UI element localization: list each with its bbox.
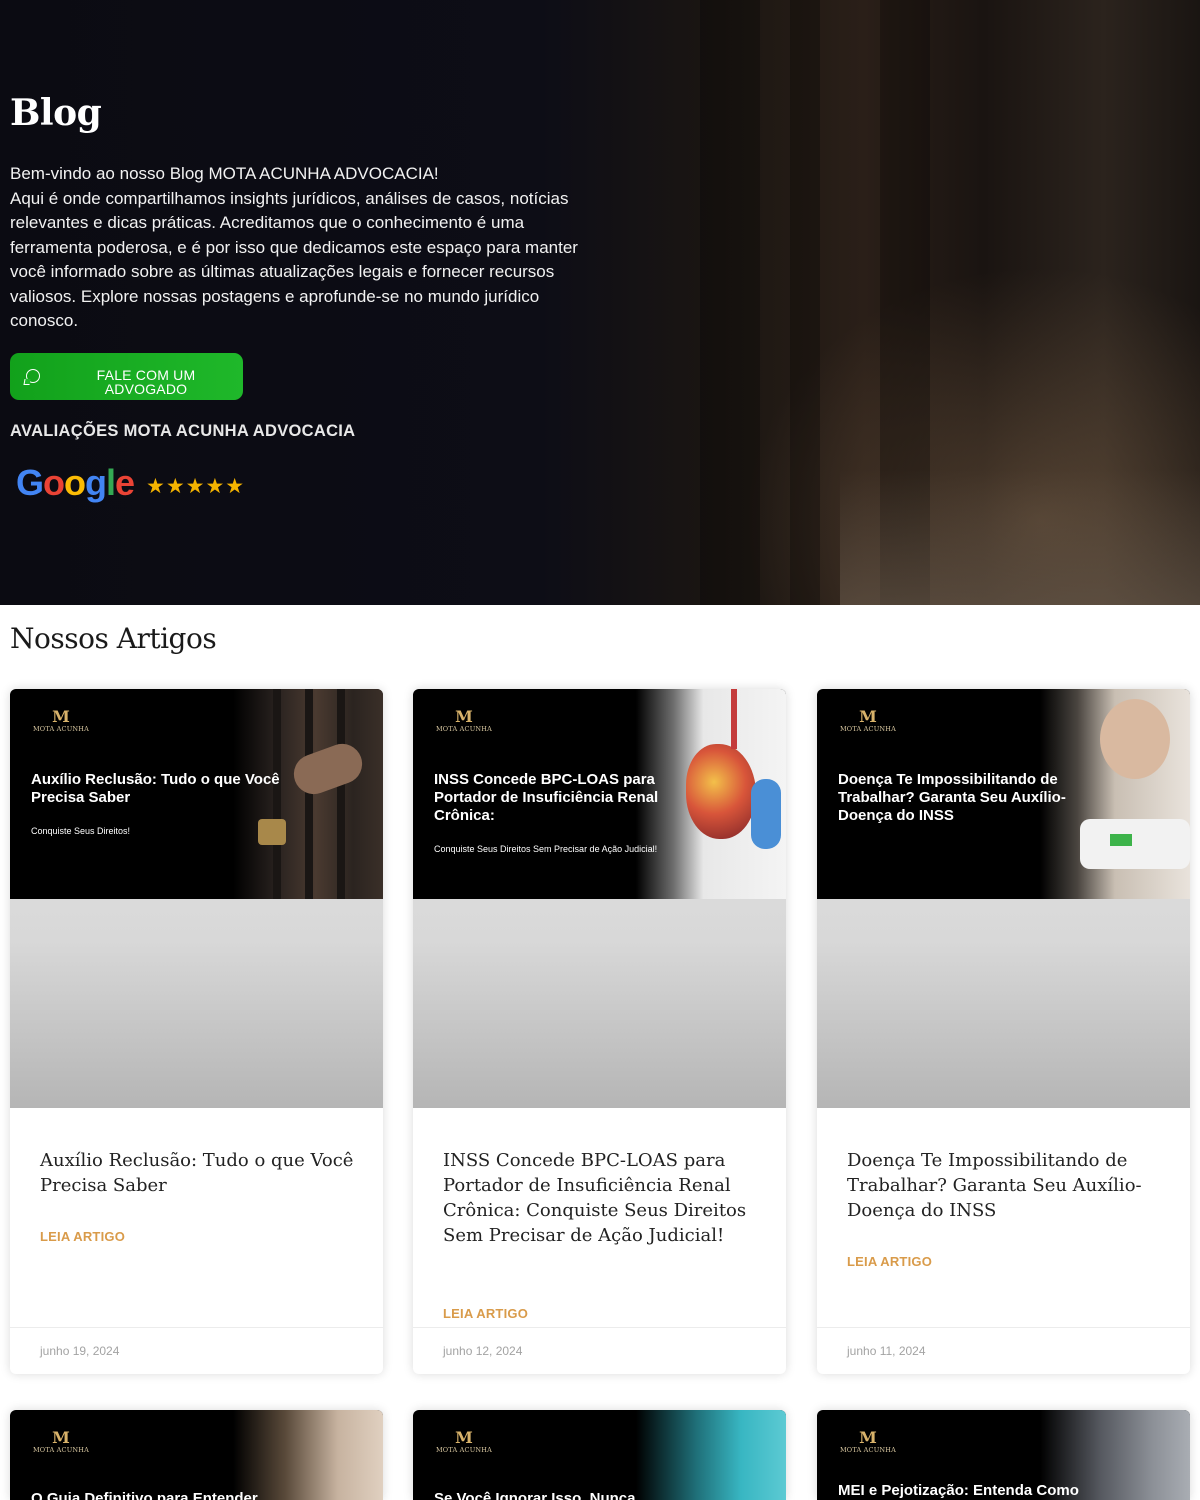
article-thumbnail[interactable]: M MOTA ACUNHA INSS Concede BPC-LOAS para …	[413, 689, 786, 1108]
article-card[interactable]: M MOTA ACUNHA INSS Concede BPC-LOAS para …	[413, 689, 786, 1374]
read-more-link[interactable]: LEIA ARTIGO	[443, 1306, 528, 1321]
contact-lawyer-button[interactable]: FALE COM UM ADVOGADO	[10, 353, 243, 400]
section-title: Nossos Artigos	[10, 622, 217, 655]
article-card[interactable]: M MOTA ACUNHA Auxílio Reclusão: Tudo o qu…	[10, 689, 383, 1374]
article-thumbnail[interactable]: M MOTA ACUNHA Doença Te Impossibilitando …	[817, 689, 1190, 1108]
banner-title: Auxílio Reclusão: Tudo o que Você Precis…	[31, 771, 280, 806]
hero-section: Blog Bem-vindo ao nosso Blog MOTA ACUNHA…	[0, 0, 1200, 605]
brand-logo: M MOTA ACUNHA	[839, 707, 897, 734]
article-date: junho 19, 2024	[40, 1344, 120, 1358]
article-thumbnail[interactable]: M MOTA ACUNHA Se Você Ignorar Isso, Nunca	[413, 1410, 786, 1500]
banner-title: Doença Te Impossibilitando de Trabalhar?…	[838, 771, 1066, 824]
article-banner: M MOTA ACUNHA O Guia Definitivo para Ente…	[10, 1410, 383, 1500]
article-banner: M MOTA ACUNHA INSS Concede BPC-LOAS para …	[413, 689, 786, 899]
article-thumbnail[interactable]: M MOTA ACUNHA Auxílio Reclusão: Tudo o qu…	[10, 689, 383, 1108]
brand-logo: M MOTA ACUNHA	[32, 707, 90, 734]
background-decor	[840, 470, 1200, 605]
article-body: Auxílio Reclusão: Tudo o que Você Precis…	[10, 1108, 383, 1374]
article-card[interactable]: M MOTA ACUNHA Doença Te Impossibilitando …	[817, 689, 1190, 1374]
article-meta: junho 12, 2024	[413, 1327, 786, 1374]
article-body: INSS Concede BPC-LOAS para Portador de I…	[413, 1108, 786, 1374]
article-banner: M MOTA ACUNHA Se Você Ignorar Isso, Nunca	[413, 1410, 786, 1500]
article-image	[233, 1410, 383, 1500]
article-image	[636, 1410, 786, 1500]
hero-intro: Bem-vindo ao nosso Blog MOTA ACUNHA ADVO…	[10, 162, 590, 334]
article-banner: M MOTA ACUNHA MEI e Pejotização: Entenda …	[817, 1410, 1190, 1500]
rating-stars: ★★★★★	[146, 475, 246, 498]
read-more-link[interactable]: LEIA ARTIGO	[847, 1254, 932, 1269]
banner-title: INSS Concede BPC-LOAS para Portador de I…	[434, 771, 659, 824]
reviews-title: AVALIAÇÕES MOTA ACUNHA ADVOCACIA	[10, 422, 356, 440]
article-thumbnail[interactable]: M MOTA ACUNHA O Guia Definitivo para Ente…	[10, 1410, 383, 1500]
read-more-link[interactable]: LEIA ARTIGO	[40, 1229, 125, 1244]
brand-logo: M MOTA ACUNHA	[435, 707, 493, 734]
google-logo: Google	[16, 462, 135, 503]
background-decor	[790, 0, 820, 605]
brand-logo: M MOTA ACUNHA	[839, 1428, 897, 1455]
article-title[interactable]: Doença Te Impossibilitando de Trabalhar?…	[847, 1148, 1162, 1223]
article-thumbnail[interactable]: M MOTA ACUNHA MEI e Pejotização: Entenda …	[817, 1410, 1190, 1500]
article-card[interactable]: M MOTA ACUNHA Se Você Ignorar Isso, Nunca	[413, 1410, 786, 1500]
article-banner: M MOTA ACUNHA Doença Te Impossibilitando …	[817, 689, 1190, 899]
article-meta: junho 11, 2024	[817, 1327, 1190, 1374]
banner-title: O Guia Definitivo para Entender	[31, 1490, 258, 1500]
intro-greeting: Bem-vindo ao nosso Blog MOTA ACUNHA ADVO…	[10, 164, 439, 183]
article-banner: M MOTA ACUNHA Auxílio Reclusão: Tudo o qu…	[10, 689, 383, 899]
article-title[interactable]: INSS Concede BPC-LOAS para Portador de I…	[443, 1148, 758, 1248]
banner-title: Se Você Ignorar Isso, Nunca	[434, 1490, 636, 1500]
article-meta: junho 19, 2024	[10, 1327, 383, 1374]
intro-text: Aqui é onde compartilhamos insights jurí…	[10, 188, 578, 331]
banner-subtitle: Conquiste Seus Direitos!	[31, 826, 131, 836]
page-title: Blog	[10, 92, 102, 134]
article-body: Doença Te Impossibilitando de Trabalhar?…	[817, 1108, 1190, 1374]
brand-logo: M MOTA ACUNHA	[32, 1428, 90, 1455]
article-card[interactable]: M MOTA ACUNHA O Guia Definitivo para Ente…	[10, 1410, 383, 1500]
background-decor	[700, 0, 760, 605]
whatsapp-icon	[26, 369, 40, 383]
article-date: junho 11, 2024	[847, 1344, 926, 1358]
brand-logo: M MOTA ACUNHA	[435, 1428, 493, 1455]
banner-subtitle: Conquiste Seus Direitos Sem Precisar de …	[434, 844, 658, 854]
banner-title: MEI e Pejotização: Entenda Como	[838, 1482, 1079, 1499]
article-date: junho 12, 2024	[443, 1344, 523, 1358]
article-card[interactable]: M MOTA ACUNHA MEI e Pejotização: Entenda …	[817, 1410, 1190, 1500]
article-title[interactable]: Auxílio Reclusão: Tudo o que Você Precis…	[40, 1148, 355, 1198]
cta-label: FALE COM UM ADVOGADO	[96, 367, 196, 397]
